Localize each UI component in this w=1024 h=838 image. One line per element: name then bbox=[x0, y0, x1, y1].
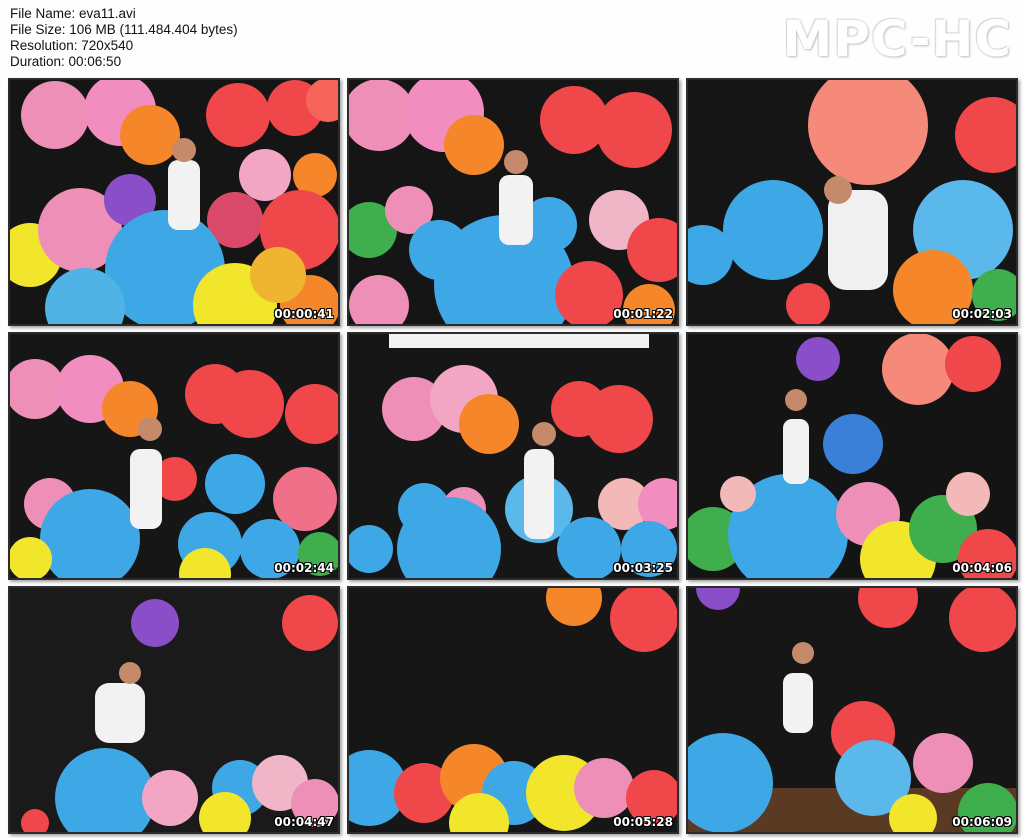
file-info-panel: File Name: eva11.avi File Size: 106 MB (… bbox=[10, 6, 238, 70]
file-name-text: File Name: eva11.avi bbox=[10, 6, 136, 21]
thumbnail-timestamp: 00:01:22 bbox=[613, 307, 673, 321]
thumbnail-frame[interactable]: 00:06:09 bbox=[686, 586, 1018, 834]
thumbnail-frame[interactable]: 00:05:28 bbox=[347, 586, 679, 834]
thumbnail-timestamp: 00:04:47 bbox=[274, 815, 334, 829]
thumbnail-timestamp: 00:03:25 bbox=[613, 561, 673, 575]
thumbnail-image bbox=[349, 334, 677, 578]
file-size-text: File Size: 106 MB (111.484.404 bytes) bbox=[10, 22, 238, 37]
thumbnail-image bbox=[688, 80, 1016, 324]
thumbnail-timestamp: 00:06:09 bbox=[952, 815, 1012, 829]
thumbnail-image bbox=[349, 588, 677, 832]
thumbnail-timestamp: 00:04:06 bbox=[952, 561, 1012, 575]
thumbnail-timestamp: 00:02:03 bbox=[952, 307, 1012, 321]
thumbnail-grid: 00:00:41 00:01:22 00:02:03 00:02:44 00:0… bbox=[8, 78, 1018, 834]
thumbnail-frame[interactable]: 00:03:25 bbox=[347, 332, 679, 580]
thumbnail-frame[interactable]: 00:02:44 bbox=[8, 332, 340, 580]
thumbnail-frame[interactable]: 00:01:22 bbox=[347, 78, 679, 326]
thumbnail-image bbox=[10, 588, 338, 832]
thumbnail-image bbox=[10, 80, 338, 324]
thumbnail-image bbox=[688, 588, 1016, 832]
thumbnail-frame[interactable]: 00:04:47 bbox=[8, 586, 340, 834]
thumbnail-frame[interactable]: 00:00:41 bbox=[8, 78, 340, 326]
thumbnail-image bbox=[349, 80, 677, 324]
thumbnail-timestamp: 00:02:44 bbox=[274, 561, 334, 575]
thumbnail-frame[interactable]: 00:04:06 bbox=[686, 332, 1018, 580]
thumbnail-timestamp: 00:05:28 bbox=[613, 815, 673, 829]
thumbnail-timestamp: 00:00:41 bbox=[274, 307, 334, 321]
thumbnail-image bbox=[10, 334, 338, 578]
thumbnail-image bbox=[688, 334, 1016, 578]
duration-text: Duration: 00:06:50 bbox=[10, 54, 122, 69]
mpc-hc-logo: MPC-HC bbox=[782, 10, 1012, 68]
resolution-text: Resolution: 720x540 bbox=[10, 38, 134, 53]
thumbnail-frame[interactable]: 00:02:03 bbox=[686, 78, 1018, 326]
